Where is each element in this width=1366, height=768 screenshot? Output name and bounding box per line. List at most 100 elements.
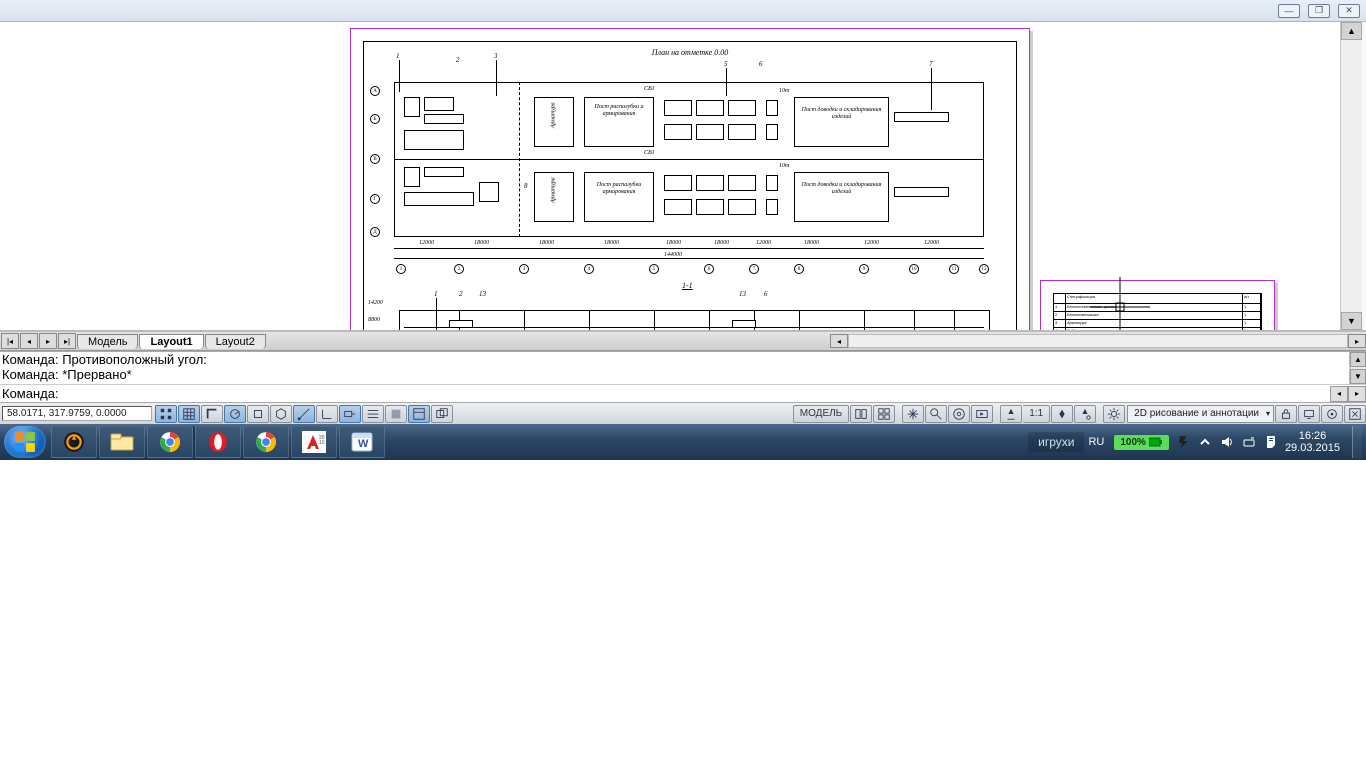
isolate-objects-button[interactable] bbox=[1321, 405, 1343, 423]
drawing-canvas-area[interactable]: План на отметке 0.00 Арматура bbox=[0, 22, 1366, 331]
annotation-scale[interactable]: 1:1 bbox=[1023, 405, 1050, 423]
command-input[interactable] bbox=[62, 386, 1330, 401]
cmd-scroll-up[interactable]: ▲ bbox=[1350, 352, 1366, 367]
toolbar-lock-button[interactable] bbox=[1275, 405, 1297, 423]
cmd-scroll-down[interactable]: ▼ bbox=[1350, 369, 1366, 384]
command-scrollbar[interactable]: ▲ ▼ bbox=[1349, 352, 1366, 384]
cmd-side-right[interactable]: ▸ bbox=[1348, 386, 1366, 402]
axis-7: 7 bbox=[749, 264, 759, 274]
battery-indicator[interactable]: 100% bbox=[1114, 435, 1169, 450]
chamber bbox=[728, 175, 756, 191]
vertical-scrollbar[interactable]: ▲ ▼ bbox=[1340, 22, 1362, 330]
close-button[interactable]: ✕ bbox=[1338, 4, 1360, 18]
dim-18000: 18000 bbox=[474, 240, 489, 247]
workspace-gear-icon[interactable] bbox=[1103, 405, 1125, 423]
cmd-side-left[interactable]: ◂ bbox=[1330, 386, 1348, 402]
zoom-button[interactable] bbox=[925, 405, 947, 423]
taskbar-opera[interactable] bbox=[195, 426, 241, 458]
dyn-button[interactable] bbox=[339, 405, 361, 423]
lineweight-button[interactable] bbox=[362, 405, 384, 423]
steering-wheel-button[interactable] bbox=[948, 405, 970, 423]
label-sb1-a: СВ1 bbox=[644, 86, 655, 93]
dim-18000b: 18000 bbox=[539, 240, 554, 247]
3dosnap-button[interactable] bbox=[270, 405, 292, 423]
taskbar-aimp[interactable] bbox=[51, 426, 97, 458]
transparency-button[interactable] bbox=[385, 405, 407, 423]
annotation-autoscale-button[interactable] bbox=[1074, 405, 1096, 423]
language-indicator[interactable]: RU bbox=[1084, 436, 1108, 448]
otrack-button[interactable] bbox=[293, 405, 315, 423]
taskbar-chrome-1[interactable] bbox=[147, 426, 193, 458]
maximize-button[interactable]: ❐ bbox=[1308, 4, 1330, 18]
command-window: Команда: Противоположный угол: Команда: … bbox=[0, 351, 1366, 402]
command-history[interactable]: Команда: Противоположный угол: Команда: … bbox=[0, 352, 1366, 384]
hscroll-track[interactable] bbox=[848, 334, 1348, 348]
scroll-track[interactable] bbox=[1341, 40, 1362, 312]
svg-text:W: W bbox=[358, 438, 369, 450]
section-roof bbox=[399, 310, 989, 311]
quickview-drawings-button[interactable] bbox=[873, 405, 895, 423]
model-paper-toggle[interactable]: МОДЕЛЬ bbox=[793, 405, 849, 423]
taskbar-autocad[interactable]: 2010 bbox=[291, 426, 337, 458]
ortho-button[interactable] bbox=[201, 405, 223, 423]
action-center-icon[interactable] bbox=[1263, 434, 1279, 450]
show-desktop-button[interactable] bbox=[1352, 426, 1362, 458]
history-line-1: Команда: Противоположный угол: bbox=[2, 352, 1366, 367]
dim-18000f: 18000 bbox=[804, 240, 819, 247]
hardware-accel-button[interactable] bbox=[1298, 405, 1320, 423]
horizontal-scrollbar[interactable]: ◂ ▸ bbox=[830, 333, 1366, 349]
annotation-visibility-button[interactable] bbox=[1051, 405, 1073, 423]
tab-layout1[interactable]: Layout1 bbox=[139, 334, 203, 349]
scroll-up-button[interactable]: ▲ bbox=[1341, 22, 1362, 40]
tab-first-button[interactable]: |◂ bbox=[1, 333, 19, 349]
ducs-button[interactable] bbox=[316, 405, 338, 423]
tab-model[interactable]: Модель bbox=[77, 334, 138, 349]
tab-layout2[interactable]: Layout2 bbox=[205, 334, 266, 349]
hscroll-left[interactable]: ◂ bbox=[830, 334, 848, 348]
workspace-switcher[interactable]: 2D рисование и аннотации bbox=[1127, 405, 1274, 423]
chamber-small bbox=[766, 175, 778, 191]
showmotion-button[interactable] bbox=[971, 405, 993, 423]
spec-row: 4Вибрато1 bbox=[1054, 328, 1261, 331]
polar-button[interactable] bbox=[224, 405, 246, 423]
dim-18000d: 18000 bbox=[666, 240, 681, 247]
sheet-frame: План на отметке 0.00 Арматура bbox=[363, 41, 1017, 331]
osnap-button[interactable] bbox=[247, 405, 269, 423]
col bbox=[989, 310, 990, 331]
power-icon[interactable] bbox=[1175, 434, 1191, 450]
crane-beam-1 bbox=[894, 112, 949, 122]
quickview-layouts-button[interactable] bbox=[850, 405, 872, 423]
tab-prev-button[interactable]: ◂ bbox=[20, 333, 38, 349]
coordinates-display[interactable]: 58.0171, 317.9759, 0.0000 bbox=[2, 406, 152, 421]
snap-button[interactable] bbox=[155, 405, 177, 423]
annotation-scale-icon[interactable] bbox=[1000, 405, 1022, 423]
taskbar-thumbnail-preview[interactable]: игрухи bbox=[1028, 432, 1084, 452]
room-raspalubka-2 bbox=[584, 172, 654, 222]
layout-cursor-icon bbox=[1090, 277, 1150, 331]
tab-last-button[interactable]: ▸| bbox=[58, 333, 76, 349]
minimize-button[interactable]: — bbox=[1278, 4, 1300, 18]
crane-trolley bbox=[449, 320, 473, 328]
paper-space[interactable]: План на отметке 0.00 Арматура bbox=[0, 22, 1340, 330]
safely-remove-icon[interactable] bbox=[1241, 434, 1257, 450]
axis-V: В bbox=[370, 154, 380, 164]
taskbar-word[interactable]: W bbox=[339, 426, 385, 458]
grid-button[interactable] bbox=[178, 405, 200, 423]
start-button[interactable] bbox=[4, 426, 46, 458]
crane-beam-2 bbox=[894, 187, 949, 197]
taskbar-explorer[interactable] bbox=[99, 426, 145, 458]
taskbar-clock[interactable]: 16:26 29.03.2015 bbox=[1285, 430, 1340, 454]
hscroll-right[interactable]: ▸ bbox=[1348, 334, 1366, 348]
scroll-down-button[interactable]: ▼ bbox=[1341, 312, 1362, 330]
quickprops-button[interactable] bbox=[408, 405, 430, 423]
label-armature-1: Арматура bbox=[551, 95, 558, 135]
clean-screen-button[interactable] bbox=[1344, 405, 1366, 423]
axis-4: 4 bbox=[584, 264, 594, 274]
tab-next-button[interactable]: ▸ bbox=[39, 333, 57, 349]
label-dovodka-2: Пост доводки и складирования изделий bbox=[794, 182, 889, 195]
selection-cycling-button[interactable] bbox=[431, 405, 453, 423]
tray-overflow-icon[interactable] bbox=[1197, 434, 1213, 450]
pan-button[interactable] bbox=[902, 405, 924, 423]
taskbar-chrome-2[interactable] bbox=[243, 426, 289, 458]
volume-icon[interactable] bbox=[1219, 434, 1235, 450]
